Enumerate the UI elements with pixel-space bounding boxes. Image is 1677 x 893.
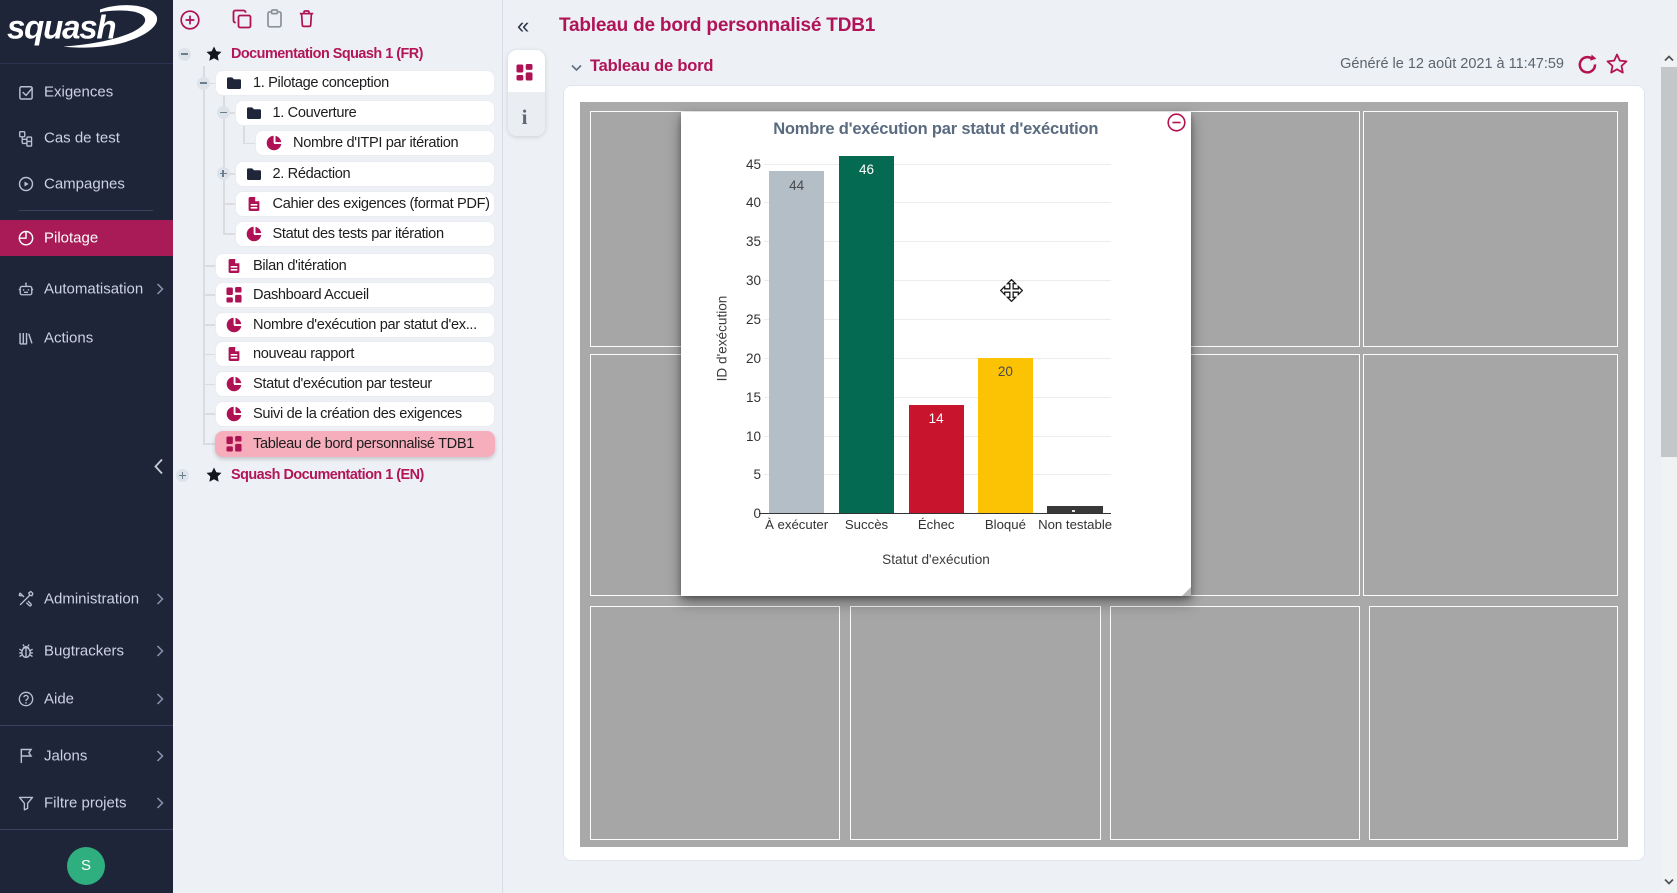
svg-text:squash: squash bbox=[7, 9, 115, 46]
